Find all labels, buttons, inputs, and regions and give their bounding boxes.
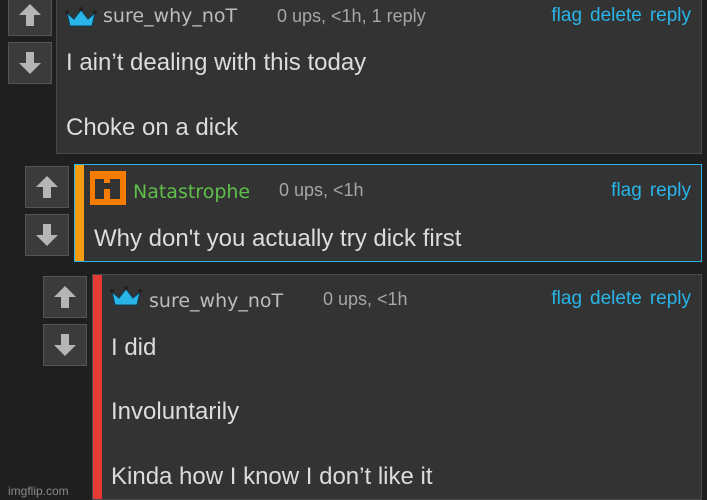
downvote-button[interactable]: [43, 324, 87, 366]
crown-icon: [110, 286, 142, 306]
comment-meta: 0 ups, <1h: [323, 289, 408, 309]
comment-meta: 0 ups, <1h, 1 reply: [277, 6, 426, 26]
arrow-up-icon: [54, 286, 76, 308]
comment-text-line: I ain’t dealing with this today: [66, 49, 367, 76]
comment-text-line: Why don't you actually try dick first: [94, 225, 462, 252]
flag-link[interactable]: flag: [611, 180, 642, 202]
downvote-button[interactable]: [25, 214, 69, 256]
arrow-down-icon: [54, 334, 76, 356]
comment-actions: flag delete reply: [551, 288, 691, 310]
comment-text-line: Involuntarily: [111, 398, 240, 425]
comment-actions: flag delete reply: [551, 5, 691, 27]
reply-link[interactable]: reply: [650, 288, 691, 310]
comment-text-line: Choke on a dick: [66, 114, 239, 141]
comment-meta: 0 ups, <1h: [279, 180, 364, 200]
flag-link[interactable]: flag: [551, 288, 582, 310]
downvote-button[interactable]: [8, 42, 52, 84]
arrow-down-icon: [19, 52, 41, 74]
upvote-button[interactable]: [25, 166, 69, 208]
comment: sure_why_noT 0 ups, <1h, 1 reply flag de…: [56, 0, 702, 154]
upvote-button[interactable]: [8, 0, 52, 36]
comment-actions: flag reply: [611, 180, 691, 202]
delete-link[interactable]: delete: [590, 5, 642, 27]
comment-text-line: I did: [111, 334, 157, 361]
comment: sure_why_noT 0 ups, <1h flag delete repl…: [92, 274, 702, 500]
username[interactable]: sure_why_noT: [103, 5, 237, 27]
orange-logo-icon: [90, 171, 126, 205]
comment-header: sure_why_noT 0 ups, <1h flag delete repl…: [93, 275, 701, 312]
username[interactable]: Natastrophe: [133, 181, 250, 203]
comment-header: sure_why_noT 0 ups, <1h, 1 reply flag de…: [57, 0, 701, 33]
username[interactable]: sure_why_noT: [149, 290, 283, 312]
arrow-up-icon: [19, 4, 41, 26]
arrow-up-icon: [36, 176, 58, 198]
delete-link[interactable]: delete: [590, 288, 642, 310]
comment-text-line: Kinda how I know I don’t like it: [111, 463, 433, 490]
comment-header: Natastrophe 0 ups, <1h flag reply: [75, 165, 701, 205]
flag-link[interactable]: flag: [551, 5, 582, 27]
reply-link[interactable]: reply: [650, 180, 691, 202]
watermark: imgflip.com: [8, 484, 69, 498]
upvote-button[interactable]: [43, 276, 87, 318]
arrow-down-icon: [36, 224, 58, 246]
crown-icon: [65, 7, 97, 27]
reply-link[interactable]: reply: [650, 5, 691, 27]
comment: Natastrophe 0 ups, <1h flag reply Why do…: [74, 164, 702, 262]
